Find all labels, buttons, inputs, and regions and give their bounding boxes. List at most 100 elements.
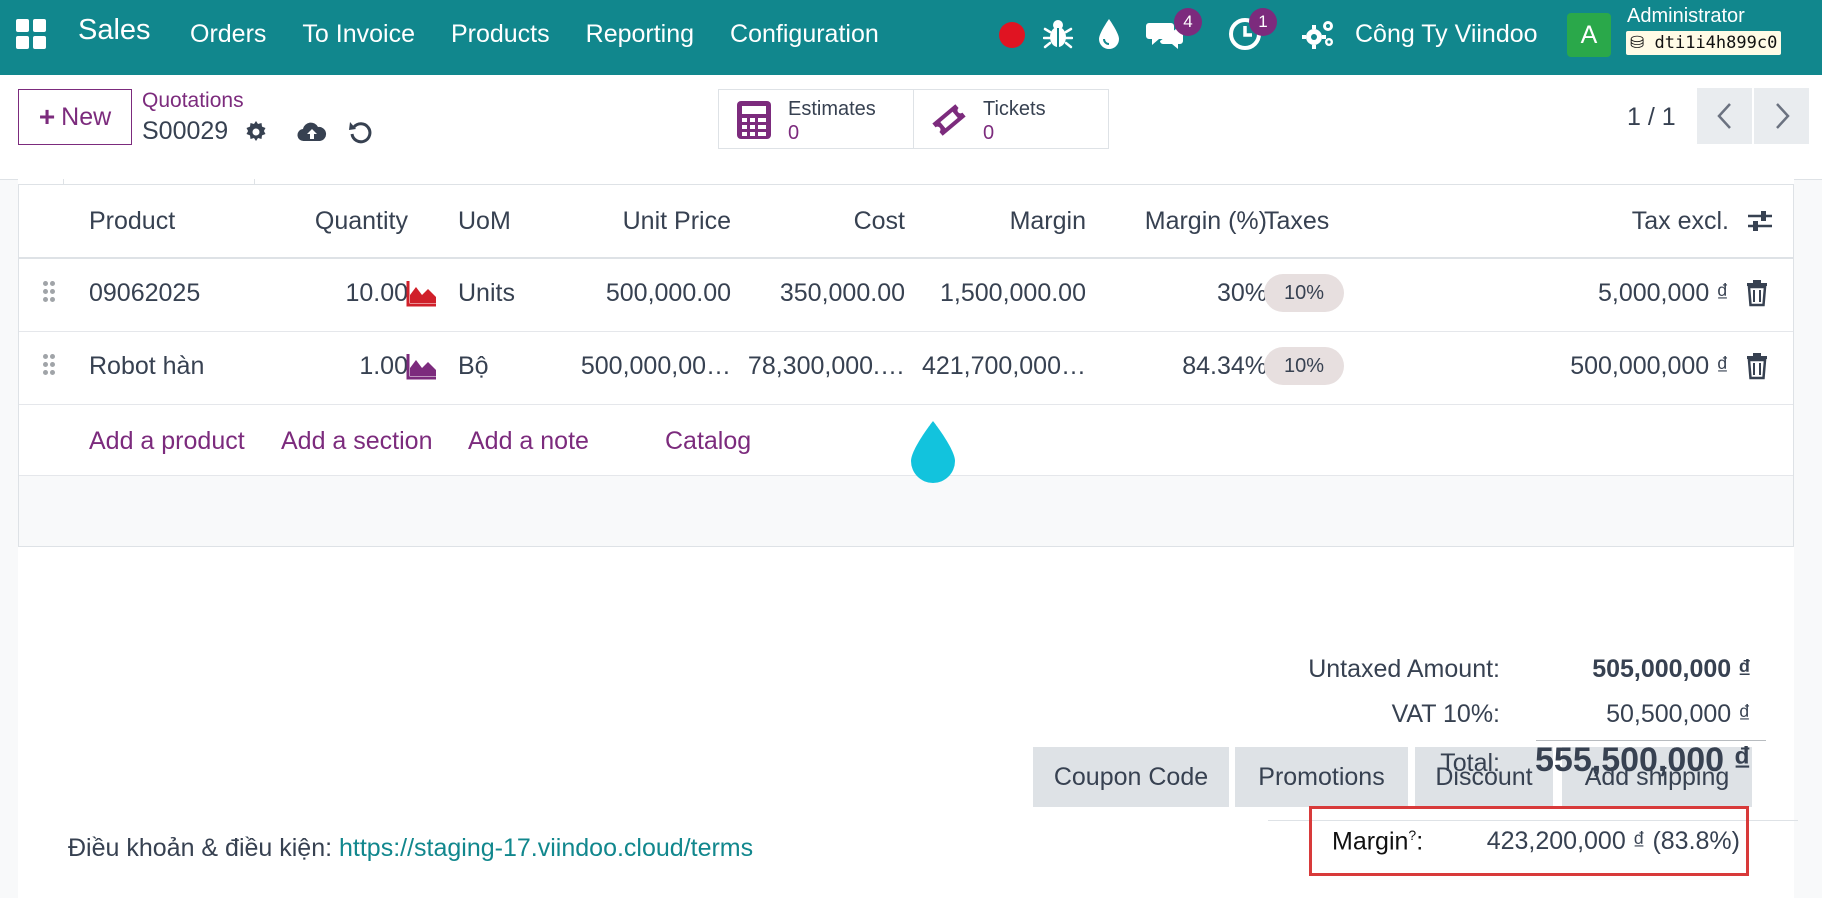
menu-reporting[interactable]: Reporting [586,20,694,49]
cell-product[interactable]: 09062025 [89,279,200,308]
user-name[interactable]: Administrator [1627,5,1745,28]
cell-quantity[interactable]: 10.00 [345,279,408,308]
table-row[interactable]: 09062025 10.00 Units 500,000.00 350,000.… [19,259,1793,332]
messages-badge: 4 [1174,8,1202,36]
terms-label: Điều khoản & điều kiện: [68,834,340,862]
cell-quantity[interactable]: 1.00 [359,352,408,381]
tax-tag[interactable]: 10% [1264,274,1344,312]
menu-configuration[interactable]: Configuration [730,20,879,49]
promotions-button[interactable]: Promotions [1235,747,1408,807]
cell-subtotal: 500,000,000 ₫ [1570,352,1729,380]
delete-trash-icon[interactable] [1746,279,1768,307]
pager-value[interactable]: 1 / 1 [1627,103,1676,132]
add-section-link[interactable]: Add a section [281,427,433,456]
drag-drop-cursor-icon [911,421,955,483]
cell-margin-percent[interactable]: 30% [1217,279,1267,308]
database-name: dti1i4h899c0 [1654,33,1778,53]
estimates-count: 0 [788,122,800,144]
cell-margin-percent[interactable]: 84.34% [1182,352,1267,381]
actions-gear-icon[interactable] [244,120,268,144]
plus-icon: + [38,101,56,132]
cell-uom[interactable]: Units [458,279,515,308]
catalog-link[interactable]: Catalog [665,427,751,456]
terms-conditions: Điều khoản & điều kiện: https://staging-… [68,834,753,863]
col-margin-percent[interactable]: Margin (%) [1145,207,1267,236]
menu-orders[interactable]: Orders [190,20,266,49]
table-row[interactable]: Robot hàn 1.00 Bộ 500,000,00… 78,300,000… [19,332,1793,405]
total-value: 555,500,000 ₫ [1535,741,1751,779]
vat-label: VAT 10%: [1391,700,1500,728]
activity-badge: 1 [1249,8,1277,36]
margin-highlight-box: Margin?: 423,200,000 ₫ (83.8%) [1309,806,1749,876]
settings-gears-icon[interactable] [1302,18,1336,50]
col-uom[interactable]: UoM [458,207,511,236]
tickets-label: Tickets [983,98,1046,120]
company-switcher[interactable]: Công Ty Viindoo [1355,20,1538,49]
bug-icon[interactable] [1043,18,1073,50]
col-taxes[interactable]: Taxes [1264,207,1329,236]
discard-undo-icon[interactable] [348,119,374,145]
col-cost[interactable]: Cost [854,207,905,236]
table-header: Product Quantity UoM Unit Price Cost Mar… [19,185,1793,259]
control-panel: + New Quotations S00029 Estimates 0 Tick… [0,75,1822,180]
theme-drop-icon[interactable] [1096,17,1122,51]
cell-unit-price[interactable]: 500,000,00… [581,352,731,381]
cell-product[interactable]: Robot hàn [89,352,204,381]
margin-value: 423,200,000 ₫ (83.8%) [1486,827,1740,855]
new-button[interactable]: + New [18,89,132,145]
untaxed-amount-value: 505,000,000 ₫ [1592,655,1751,683]
user-avatar[interactable]: A [1567,13,1611,57]
menu-to-invoice[interactable]: To Invoice [302,20,415,49]
record-icon[interactable] [999,22,1025,48]
optional-columns-icon[interactable] [1746,207,1774,235]
col-margin[interactable]: Margin [1010,207,1086,236]
chevron-left-icon [1716,103,1731,129]
forecast-graph-icon[interactable] [406,279,438,307]
terms-link[interactable]: https://staging-17.viindoo.cloud/terms [339,834,753,862]
tax-tag[interactable]: 10% [1264,347,1344,385]
order-lines-table: Product Quantity UoM Unit Price Cost Mar… [18,184,1794,547]
pager-previous-button[interactable] [1697,88,1752,144]
breadcrumb-quotations[interactable]: Quotations [142,89,244,113]
chevron-right-icon [1775,103,1790,129]
delete-trash-icon[interactable] [1746,352,1768,380]
total-label: Total: [1440,749,1500,777]
margin-label: Margin?: [1332,827,1424,856]
margin-help-icon[interactable]: ? [1408,827,1416,843]
calculator-icon [737,101,771,139]
col-product[interactable]: Product [89,207,175,236]
forecast-graph-icon[interactable] [406,352,438,380]
add-line-row: Add a product Add a section Add a note C… [19,405,1793,476]
cell-cost[interactable]: 78,300,000.… [748,352,905,381]
ticket-icon [932,104,966,136]
smart-button-estimates[interactable]: Estimates 0 [718,89,914,149]
col-tax-excl[interactable]: Tax excl. [1632,207,1729,236]
pager-next-button[interactable] [1754,88,1809,144]
vat-value: 50,500,000 ₫ [1606,700,1751,728]
database-badge: ⛁ dti1i4h899c0 [1626,31,1782,55]
untaxed-amount-label: Untaxed Amount: [1308,655,1500,683]
main-menu: Orders To Invoice Products Reporting Con… [190,20,915,49]
cell-margin[interactable]: 1,500,000.00 [940,279,1086,308]
add-note-link[interactable]: Add a note [468,427,589,456]
save-cloud-icon[interactable] [297,120,327,144]
cell-unit-price[interactable]: 500,000.00 [606,279,731,308]
cell-margin[interactable]: 421,700,000… [922,352,1086,381]
smart-button-tickets[interactable]: Tickets 0 [913,89,1109,149]
menu-products[interactable]: Products [451,20,550,49]
col-unit-price[interactable]: Unit Price [623,207,731,236]
cell-cost[interactable]: 350,000.00 [780,279,905,308]
coupon-code-button[interactable]: Coupon Code [1033,747,1229,807]
cell-subtotal: 5,000,000 ₫ [1598,279,1729,307]
app-grid-icon[interactable] [16,19,46,49]
add-product-link[interactable]: Add a product [89,427,245,456]
database-icon: ⛁ [1630,33,1645,53]
empty-row [19,476,1793,547]
drag-handle-icon[interactable] [43,354,59,384]
new-button-label: New [61,102,112,131]
cell-uom[interactable]: Bộ [458,352,489,381]
app-name[interactable]: Sales [78,14,151,47]
drag-handle-icon[interactable] [43,281,59,311]
top-navbar: Sales Orders To Invoice Products Reporti… [0,0,1822,75]
col-quantity[interactable]: Quantity [315,207,408,236]
